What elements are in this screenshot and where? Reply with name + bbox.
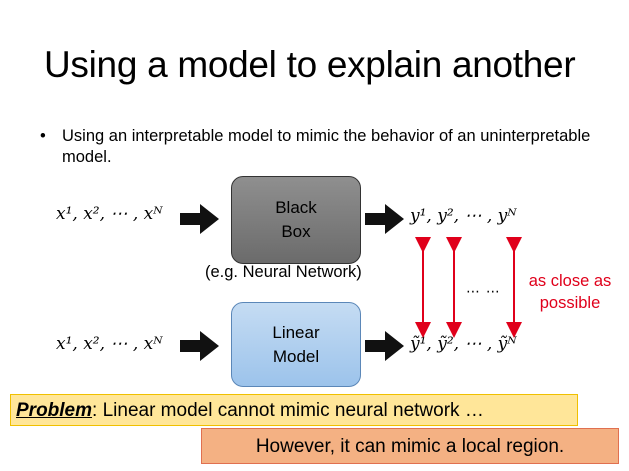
however-callout: However, it can mimic a local region. (201, 428, 619, 464)
problem-callout: Problem: Linear model cannot mimic neura… (10, 394, 578, 426)
right-arrow-icon (180, 204, 219, 234)
problem-text: : Linear model cannot mimic neural netwo… (92, 400, 484, 421)
right-arrow-icon (365, 331, 404, 361)
right-arrow-icon (180, 331, 219, 361)
problem-label: Problem (16, 400, 93, 421)
right-arrow-icon (365, 204, 404, 234)
